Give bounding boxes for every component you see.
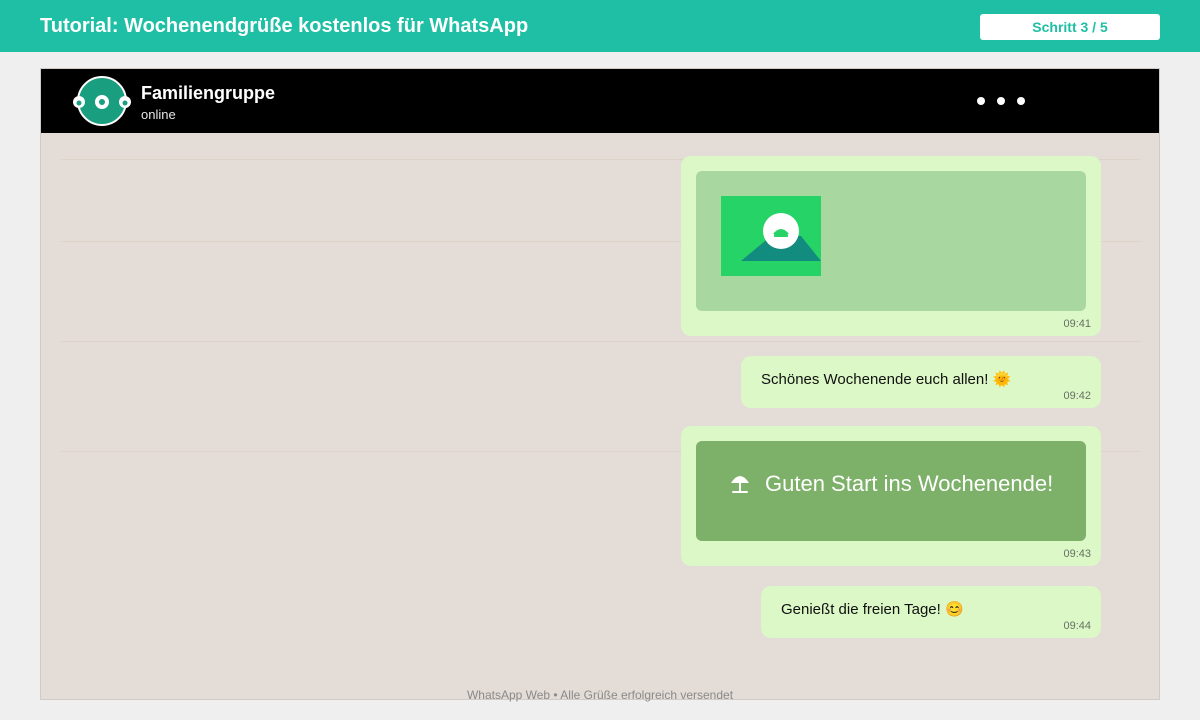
step-indicator: Schritt 3 / 5 [980, 14, 1160, 40]
tutorial-title: Tutorial: Wochenendgrüße kostenlos für W… [40, 15, 529, 37]
image-preview[interactable] [696, 171, 1086, 311]
footer-note: WhatsApp Web • Alle Grüße erfolgreich ve… [466, 688, 734, 702]
dot [1017, 97, 1025, 105]
message-time: 09:42 [1063, 390, 1091, 402]
tutorial-bar: Tutorial: Wochenendgrüße kostenlos für W… [0, 0, 1200, 52]
greeting-banner[interactable]: Guten Start ins Wochenende! [696, 441, 1086, 541]
message-bubble-text[interactable]: Genießt die freien Tage! 😊 09:44 [761, 586, 1101, 638]
more-dots-icon[interactable] [971, 89, 1031, 113]
image-icon [721, 196, 821, 276]
group-people-icon [73, 95, 131, 109]
message-time: 09:44 [1063, 620, 1091, 632]
message-time: 09:41 [1063, 318, 1091, 330]
message-bubble-text[interactable]: Schönes Wochenende euch allen! 🌞 09:42 [741, 356, 1101, 408]
chat-status: online [141, 107, 176, 122]
message-time: 09:43 [1063, 548, 1091, 560]
dot [997, 97, 1005, 105]
group-avatar[interactable] [73, 76, 131, 126]
message-bubble-banner[interactable]: Guten Start ins Wochenende! 09:43 [681, 426, 1101, 566]
message-bubble-image[interactable]: 09:41 [681, 156, 1101, 336]
chat-header: Familiengruppe online [41, 69, 1159, 133]
message-text: Genießt die freien Tage! 😊 [781, 601, 964, 618]
chat-name: Familiengruppe [141, 83, 276, 103]
beach-umbrella-icon [728, 471, 752, 500]
whatsapp-chat-window: Familiengruppe online 09:41 Schönes Woch… [40, 68, 1160, 700]
message-text: Schönes Wochenende euch allen! 🌞 [761, 371, 1012, 388]
wallpaper-line [61, 341, 1141, 342]
banner-text: Guten Start ins Wochenende! [765, 471, 1054, 496]
dot [977, 97, 985, 105]
